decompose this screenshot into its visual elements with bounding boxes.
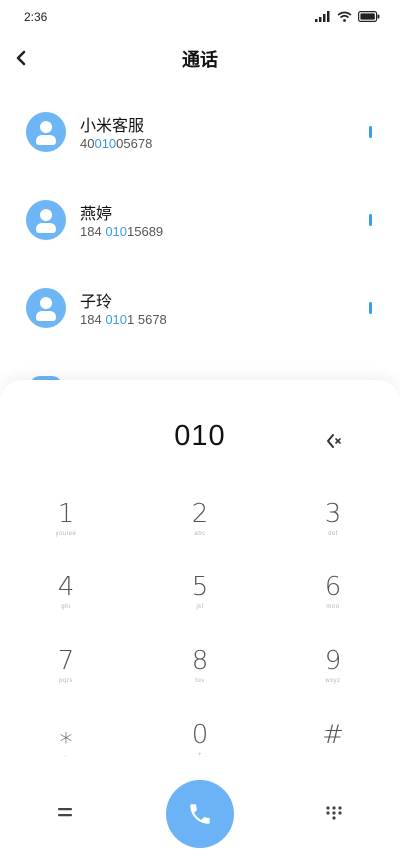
key-8[interactable]: 8 tuv: [150, 645, 250, 707]
key-4[interactable]: 4 ghi: [16, 571, 116, 633]
dialpad-toggle-button[interactable]: [322, 802, 346, 822]
key-6[interactable]: 6 mno: [283, 571, 383, 633]
key-3[interactable]: 3 def: [283, 498, 383, 560]
header: 通话: [0, 36, 400, 80]
phone-icon: [190, 804, 210, 824]
contact-name: 燕婷: [80, 204, 113, 223]
wifi-icon: [337, 11, 352, 22]
match-indicator: [369, 126, 372, 138]
key-9[interactable]: 9 wxyz: [283, 645, 383, 707]
contact-name: 小米客服: [80, 116, 145, 135]
status-bar: 2:36: [0, 0, 400, 34]
person-icon: [26, 288, 66, 328]
backspace-icon: [327, 434, 341, 448]
call-button[interactable]: [166, 780, 234, 848]
contact-number: 4001005678: [80, 136, 153, 151]
dial-panel: 010 1 youlee 2 abc 3 def 4 ghi 5 jkl 6 mno 7 pq…: [0, 380, 400, 866]
page-title: 通话: [182, 50, 218, 71]
signal-icon: [315, 11, 330, 22]
contact-number: 184 0101 5678: [80, 312, 167, 327]
dial-actions: [0, 772, 400, 852]
status-time: 2:36: [24, 10, 48, 24]
contact-row[interactable]: 燕婷 184 01015689: [0, 180, 400, 268]
key-7[interactable]: 7 pqrs: [16, 645, 116, 707]
match-indicator: [369, 302, 372, 314]
contact-number: 184 01015689: [80, 224, 164, 239]
menu-icon: [58, 808, 72, 817]
contact-row[interactable]: 子玲 184 0101 5678: [0, 268, 400, 356]
key-2[interactable]: 2 abc: [150, 498, 250, 560]
match-indicator: [369, 214, 372, 226]
menu-button[interactable]: [52, 802, 78, 822]
status-icons: [315, 11, 380, 22]
contact-row[interactable]: 小米客服 4001005678: [0, 92, 400, 180]
contact-list: 小米客服 4001005678 燕婷 184 01015689 子玲 184 0…: [0, 92, 400, 356]
dialpad-icon: [326, 806, 342, 820]
battery-icon: [358, 11, 380, 22]
key-1[interactable]: 1 youlee: [16, 498, 116, 560]
contact-name: 子玲: [80, 292, 113, 311]
delete-button[interactable]: [322, 430, 346, 452]
person-icon: [26, 200, 66, 240]
key-5[interactable]: 5 jkl: [150, 571, 250, 633]
person-icon: [26, 112, 66, 152]
